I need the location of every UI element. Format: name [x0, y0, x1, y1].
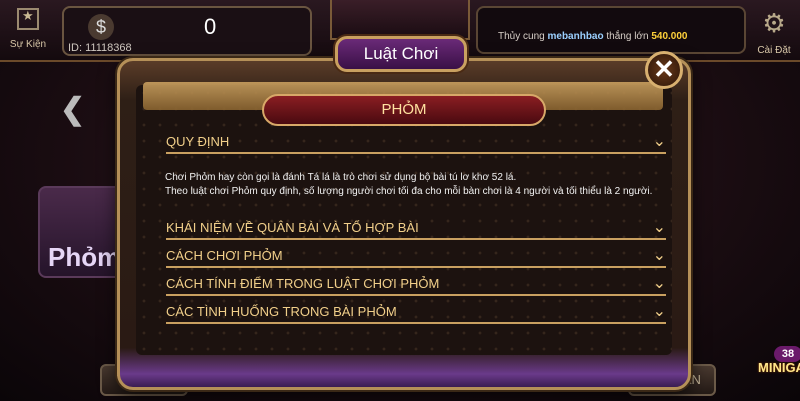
rules-text-line-2: Theo luật chơi Phỏm quy định, số lượng n… — [165, 186, 653, 197]
section-situations[interactable]: CÁC TÌNH HUỐNG TRONG BÀI PHỎM ⌄ — [166, 300, 666, 324]
section-scoring[interactable]: CÁCH TÍNH ĐIỂM TRONG LUẬT CHƠI PHỎM ⌄ — [166, 272, 666, 296]
minigame-label: MINIGA — [758, 360, 800, 375]
chevron-down-icon: ⌄ — [652, 133, 666, 150]
dialog-title: Luật Chơi — [335, 36, 467, 72]
chevron-down-icon: ⌄ — [652, 219, 666, 236]
star-icon — [17, 8, 39, 30]
section-label: CÁCH CHƠI PHỎM — [166, 248, 283, 263]
minigame-button[interactable]: 38 MINIGA — [752, 346, 800, 390]
ticker-text: Thủy cung mebanhbao thắng lớn 540.000 — [498, 31, 687, 42]
ticker-prefix: Thủy cung — [498, 31, 545, 42]
gear-icon: ⚙ — [762, 8, 786, 38]
settings-label: Cài Đặt — [757, 45, 791, 56]
game-name-header: PHỎM — [262, 94, 546, 126]
chevron-down-icon: ⌄ — [652, 303, 666, 320]
chevron-down-icon: ⌄ — [652, 247, 666, 264]
game-card-label: Phỏm — [48, 242, 121, 272]
rules-text-line-1: Chơi Phỏm hay còn gọi là đánh Tá lá là t… — [165, 172, 517, 183]
balance-panel: $ 0 ID: 11118368 — [62, 6, 312, 56]
section-label: KHÁI NIỆM VỀ QUÂN BÀI VÀ TỔ HỢP BÀI — [166, 220, 419, 235]
section-label: CÁCH TÍNH ĐIỂM TRONG LUẬT CHƠI PHỎM — [166, 276, 440, 291]
close-icon[interactable]: ✕ — [645, 51, 683, 89]
user-id: ID: 11118368 — [68, 42, 132, 54]
ticker-middle: thắng lớn — [606, 31, 649, 42]
chevron-left-icon[interactable]: ❮ — [60, 92, 85, 127]
section-label: CÁC TÌNH HUỐNG TRONG BÀI PHỎM — [166, 304, 397, 319]
section-rules[interactable]: QUY ĐỊNH ⌄ — [166, 130, 666, 154]
dollar-icon: $ — [88, 14, 114, 40]
settings-button[interactable]: ⚙ Cài Đặt — [752, 4, 796, 60]
chevron-down-icon: ⌄ — [652, 275, 666, 292]
ticker-player-name: mebanhbao — [547, 31, 604, 42]
ticker-amount: 540.000 — [651, 31, 688, 42]
win-ticker: Thủy cung mebanhbao thắng lớn 540.000 — [476, 6, 746, 54]
top-center-decoration — [330, 0, 470, 40]
section-how-to-play[interactable]: CÁCH CHƠI PHỎM ⌄ — [166, 244, 666, 268]
section-cards-concepts[interactable]: KHÁI NIỆM VỀ QUÂN BÀI VÀ TỔ HỢP BÀI ⌄ — [166, 216, 666, 240]
event-label: Sự Kiện — [9, 39, 47, 50]
section-label: QUY ĐỊNH — [166, 134, 230, 149]
balance-value: 0 — [204, 14, 217, 39]
event-button[interactable]: Sự Kiện — [6, 2, 50, 58]
